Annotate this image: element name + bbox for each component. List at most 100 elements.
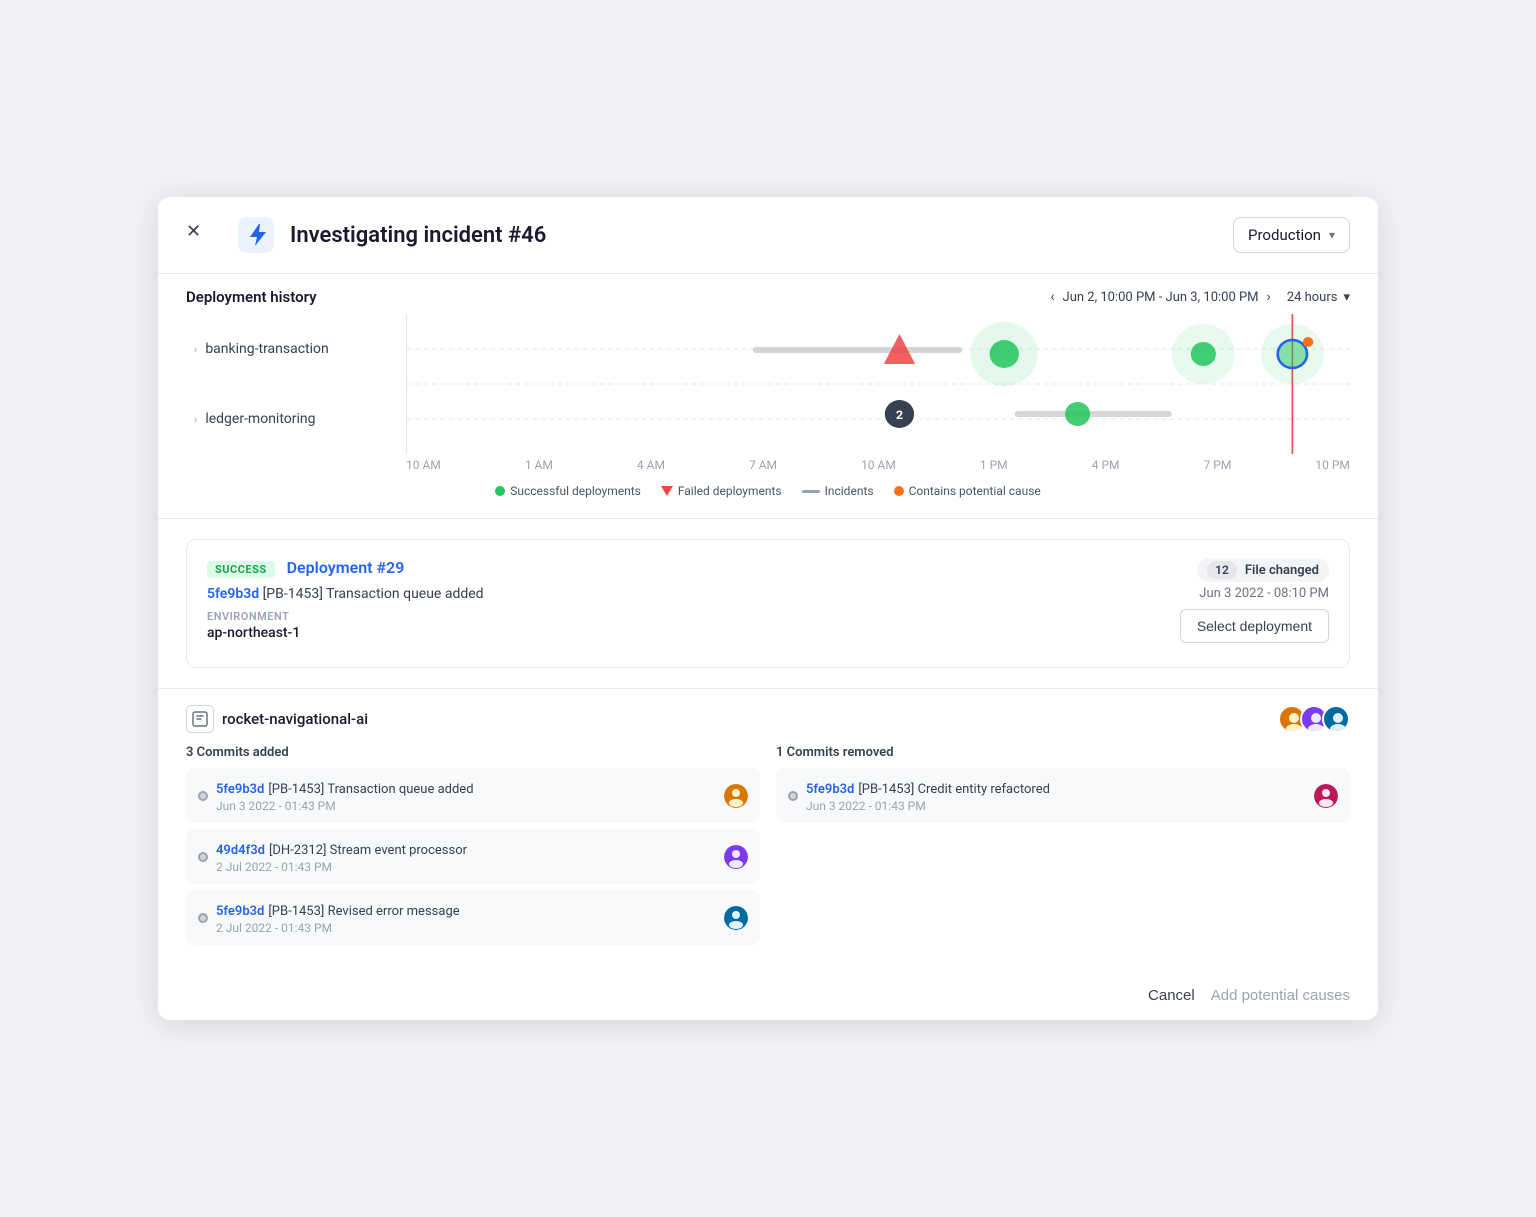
status-badge: SUCCESS bbox=[207, 561, 275, 578]
commit-3-hash[interactable]: 5fe9b3d bbox=[216, 904, 264, 919]
commit-2-info: 49d4f3d [DH-2312] Stream event processor… bbox=[216, 839, 716, 874]
deployment-commit: 5fe9b3d [PB-1453] Transaction queue adde… bbox=[207, 586, 1180, 602]
env-label: Environment bbox=[207, 610, 1180, 623]
service-chevron-icon-2: › bbox=[194, 413, 197, 426]
chart-title: Deployment history bbox=[186, 288, 317, 306]
environment-selector[interactable]: Production ▾ bbox=[1233, 217, 1350, 253]
commit-2-text: 49d4f3d [DH-2312] Stream event processor bbox=[216, 839, 716, 858]
modal-container: ✕ Investigating incident #46 Production … bbox=[158, 197, 1378, 1020]
commit-1-info: 5fe9b3d [PB-1453] Transaction queue adde… bbox=[216, 778, 716, 813]
commit-r1-time: Jun 3 2022 - 01:43 PM bbox=[806, 799, 1306, 813]
commits-added-title: 3 Commits added bbox=[186, 745, 760, 760]
chart-svg: 2 bbox=[407, 314, 1350, 454]
commit-message-text: [PB-1453] Transaction queue added bbox=[263, 586, 484, 602]
xaxis-label-7: 7 PM bbox=[1204, 458, 1232, 472]
deployment-title: Deployment #29 bbox=[287, 558, 405, 577]
app-logo-icon bbox=[238, 217, 274, 253]
commits-removed-col: 1 Commits removed 5fe9b3d [PB-1453] Cred… bbox=[776, 745, 1350, 951]
page-title: Investigating incident #46 bbox=[290, 223, 1217, 248]
deployment-section: SUCCESS Deployment #29 5fe9b3d [PB-1453]… bbox=[158, 519, 1378, 689]
commit-3-avatar bbox=[724, 906, 748, 930]
commit-added-2: 49d4f3d [DH-2312] Stream event processor… bbox=[186, 829, 760, 884]
repo-header: rocket-navigational-ai bbox=[186, 705, 1350, 733]
svg-text:2: 2 bbox=[896, 409, 903, 423]
commit-hash-text: 5fe9b3d bbox=[207, 586, 259, 602]
commit-dot-icon-2 bbox=[198, 852, 208, 862]
file-changed-badge: 12 File changed bbox=[1197, 558, 1329, 582]
commit-1-time: Jun 3 2022 - 01:43 PM bbox=[216, 799, 716, 813]
chart-xaxis: 10 AM 1 AM 4 AM 7 AM 10 AM 1 PM 4 PM 7 P… bbox=[186, 454, 1350, 476]
commits-removed-title: 1 Commits removed bbox=[776, 745, 1350, 760]
chart-legend: Successful deployments Failed deployment… bbox=[186, 476, 1350, 502]
file-changed-label: File changed bbox=[1245, 563, 1319, 578]
legend-incidents: Incidents bbox=[802, 484, 874, 498]
service-name-banking: banking-transaction bbox=[205, 341, 328, 357]
legend-successful: Successful deployments bbox=[495, 484, 641, 498]
commit-1-msg: [PB-1453] Transaction queue added bbox=[268, 782, 473, 797]
date-next-button[interactable]: › bbox=[1267, 289, 1271, 305]
legend-potential-cause: Contains potential cause bbox=[894, 484, 1041, 498]
commit-2-msg: [DH-2312] Stream event processor bbox=[269, 843, 467, 858]
add-causes-button: Add potential causes bbox=[1211, 987, 1350, 1004]
date-prev-button[interactable]: ‹ bbox=[1050, 289, 1054, 305]
date-range-label: Jun 2, 10:00 PM - Jun 3, 10:00 PM bbox=[1063, 290, 1259, 305]
time-chevron-icon: ▾ bbox=[1343, 290, 1350, 305]
repo-section: rocket-navigational-ai bbox=[158, 689, 1378, 971]
commit-added-3: 5fe9b3d [PB-1453] Revised error message … bbox=[186, 890, 760, 945]
xaxis-label-6: 4 PM bbox=[1092, 458, 1120, 472]
deployment-card: SUCCESS Deployment #29 5fe9b3d [PB-1453]… bbox=[186, 539, 1350, 668]
legend-failed-label: Failed deployments bbox=[678, 484, 782, 498]
time-range-selector[interactable]: 24 hours ▾ bbox=[1287, 290, 1350, 305]
legend-successful-label: Successful deployments bbox=[510, 484, 641, 498]
deployment-card-right: 12 File changed Jun 3 2022 - 08:10 PM Se… bbox=[1180, 558, 1329, 643]
xaxis-label-4: 10 AM bbox=[861, 458, 896, 472]
xaxis-label-2: 4 AM bbox=[637, 458, 665, 472]
commit-3-info: 5fe9b3d [PB-1453] Revised error message … bbox=[216, 900, 716, 935]
xaxis-label-1: 1 AM bbox=[525, 458, 553, 472]
chart-left-labels: › banking-transaction › ledger-monitorin… bbox=[186, 314, 406, 454]
commit-2-hash[interactable]: 49d4f3d bbox=[216, 843, 265, 858]
commit-dot-icon bbox=[198, 791, 208, 801]
xaxis-label-3: 7 AM bbox=[749, 458, 777, 472]
time-range-label: 24 hours bbox=[1287, 290, 1338, 305]
select-deployment-button[interactable]: Select deployment bbox=[1180, 609, 1329, 643]
service-name-ledger: ledger-monitoring bbox=[205, 411, 315, 427]
chart-right: 2 bbox=[406, 314, 1350, 454]
commit-added-1: 5fe9b3d [PB-1453] Transaction queue adde… bbox=[186, 768, 760, 823]
commit-dot-icon-3 bbox=[198, 913, 208, 923]
header: ✕ Investigating incident #46 Production … bbox=[158, 197, 1378, 274]
chart-section: Deployment history ‹ Jun 2, 10:00 PM - J… bbox=[158, 274, 1378, 519]
date-range: ‹ Jun 2, 10:00 PM - Jun 3, 10:00 PM › bbox=[1050, 289, 1270, 305]
repo-name-text: rocket-navigational-ai bbox=[222, 710, 368, 728]
commit-1-hash[interactable]: 5fe9b3d bbox=[216, 782, 264, 797]
repo-name: rocket-navigational-ai bbox=[186, 705, 368, 733]
close-x-button[interactable]: ✕ bbox=[186, 221, 201, 242]
service-label-ledger[interactable]: › ledger-monitoring bbox=[194, 411, 406, 427]
commits-grid: 3 Commits added 5fe9b3d [PB-1453] Transa… bbox=[186, 745, 1350, 951]
commit-r1-msg: [PB-1453] Credit entity refactored bbox=[858, 782, 1050, 797]
chart-header: Deployment history ‹ Jun 2, 10:00 PM - J… bbox=[186, 274, 1350, 314]
potential-cause-dot-icon bbox=[894, 486, 904, 496]
env-selector-label: Production bbox=[1248, 226, 1321, 244]
legend-incidents-label: Incidents bbox=[825, 484, 874, 498]
footer: Cancel Add potential causes bbox=[158, 971, 1378, 1020]
commit-2-avatar bbox=[724, 845, 748, 869]
commit-1-text: 5fe9b3d [PB-1453] Transaction queue adde… bbox=[216, 778, 716, 797]
service-label-banking[interactable]: › banking-transaction bbox=[194, 341, 406, 357]
env-value: ap-northeast-1 bbox=[207, 625, 1180, 641]
xaxis-label-0: 10 AM bbox=[406, 458, 441, 472]
deployment-timestamp: Jun 3 2022 - 08:10 PM bbox=[1180, 586, 1329, 601]
legend-failed: Failed deployments bbox=[661, 484, 782, 498]
successful-dot-icon bbox=[495, 486, 505, 496]
cancel-button[interactable]: Cancel bbox=[1148, 987, 1195, 1004]
commit-r1-hash[interactable]: 5fe9b3d bbox=[806, 782, 854, 797]
commit-3-msg: [PB-1453] Revised error message bbox=[268, 904, 459, 919]
failed-triangle-icon bbox=[661, 486, 673, 496]
file-count: 12 bbox=[1207, 561, 1237, 579]
chart-controls: ‹ Jun 2, 10:00 PM - Jun 3, 10:00 PM › 24… bbox=[1050, 289, 1350, 305]
commit-2-time: 2 Jul 2022 - 01:43 PM bbox=[216, 860, 716, 874]
deployment-card-left: SUCCESS Deployment #29 5fe9b3d [PB-1453]… bbox=[207, 558, 1180, 641]
commit-removed-1: 5fe9b3d [PB-1453] Credit entity refactor… bbox=[776, 768, 1350, 823]
incidents-line-icon bbox=[802, 490, 820, 493]
xaxis-label-8: 10 PM bbox=[1315, 458, 1350, 472]
